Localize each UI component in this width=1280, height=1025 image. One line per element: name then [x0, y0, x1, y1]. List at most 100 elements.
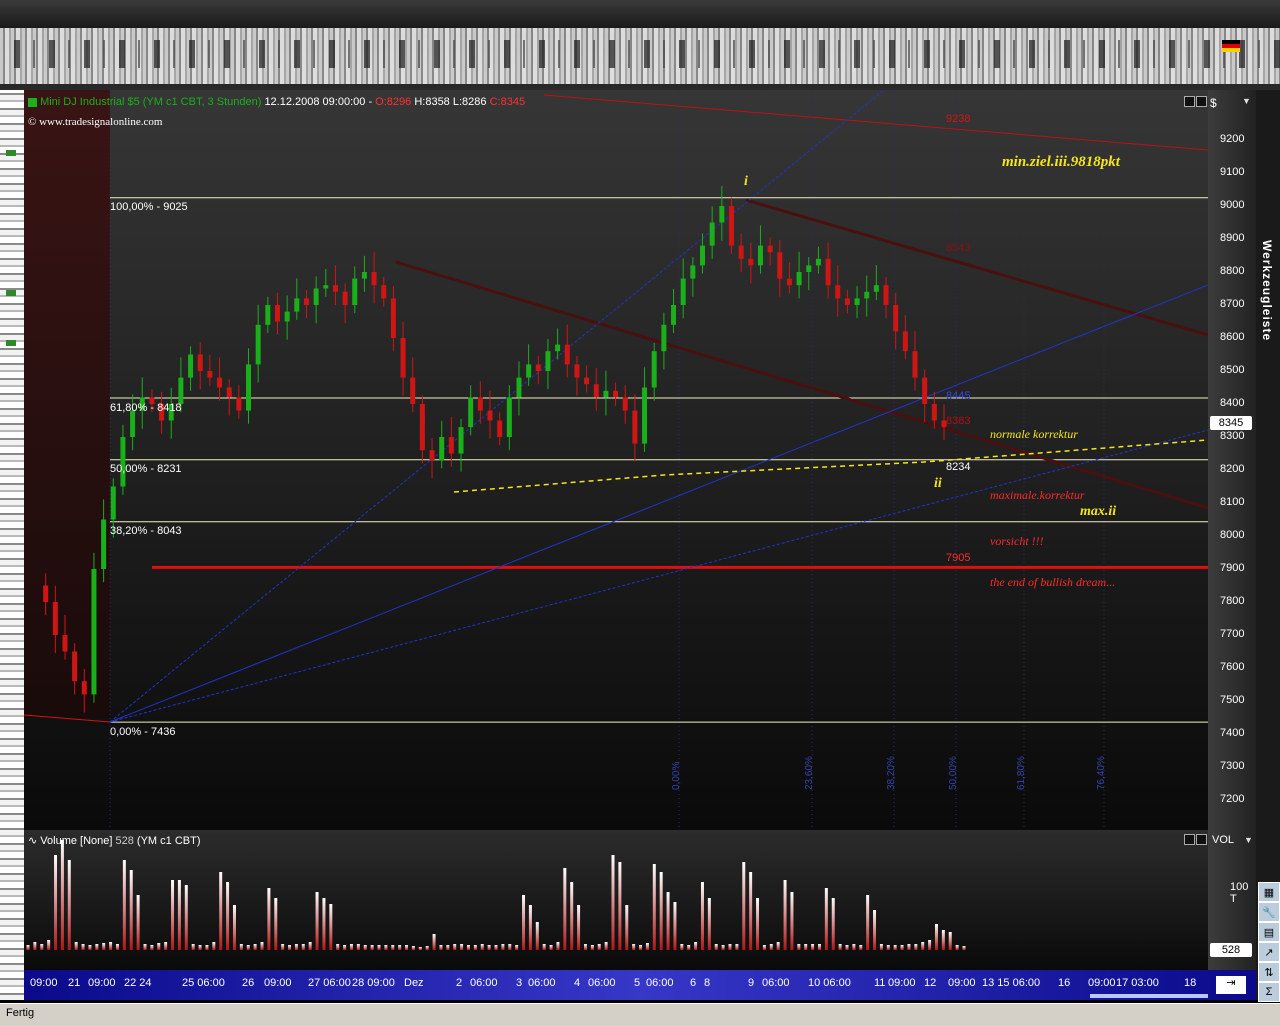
volume-panel[interactable]: ∿ Volume [None] 528 (YM c1 CBT) [24, 830, 1208, 970]
candle-body [893, 305, 899, 332]
price-tick: 7800 [1220, 595, 1245, 607]
price-tick: 8000 [1220, 529, 1245, 541]
volume-bar [817, 944, 821, 950]
volume-bar [377, 945, 381, 950]
volume-bar [219, 872, 223, 950]
volume-bar [349, 944, 353, 950]
annotation-max-ii: max.ii [1080, 504, 1117, 519]
volume-bar [893, 945, 897, 950]
grid-tool-icon[interactable]: ▦ [1258, 882, 1280, 902]
chart-tool-icon[interactable]: ↗ [1258, 942, 1280, 962]
volume-bar [694, 942, 698, 950]
volume-bar [742, 862, 746, 950]
volume-bar [60, 840, 64, 950]
volume-bar [494, 945, 498, 950]
german-flag-icon[interactable] [1222, 40, 1240, 52]
series-color-swatch [28, 97, 37, 107]
candle-body [130, 410, 136, 437]
price-tick: 8100 [1220, 496, 1245, 508]
time-tick: 10 06:00 [808, 977, 851, 989]
candle-body [922, 377, 928, 404]
close-panel-button[interactable] [1196, 96, 1207, 107]
arrows-tool-icon[interactable]: ⇅ [1258, 962, 1280, 982]
time-axis[interactable]: 09:00 21 09:00 22 24 25 06:00 26 09:00 27 06:00… [24, 970, 1256, 1000]
volume-header: ∿ Volume [None] 528 (YM c1 CBT) [28, 834, 200, 847]
price-chart-panel[interactable]: Mini DJ Industrial $5 (YM c1 CBT, 3 Stun… [24, 90, 1208, 830]
volume-bar [164, 942, 168, 950]
browser-toolbar-area [0, 0, 1280, 90]
time-tick: 12 [924, 977, 937, 989]
candle-body [188, 354, 194, 378]
volume-symbol: (YM c1 CBT) [136, 835, 201, 847]
candle-body [912, 351, 918, 378]
candle-body [429, 450, 435, 461]
candle-body [700, 245, 706, 266]
volume-bar [343, 945, 347, 950]
volume-bar [563, 868, 567, 950]
time-tick: 26 [242, 977, 255, 989]
time-tick: 16 [1058, 977, 1071, 989]
candle-body [400, 338, 406, 378]
candle-body [207, 371, 213, 378]
candle-body [931, 404, 937, 421]
candle-body [110, 486, 116, 520]
volume-bar [811, 944, 815, 950]
green-marker-icon [6, 290, 16, 296]
close-volume-panel-button[interactable] [1196, 834, 1207, 845]
time-fib-label: 76,40% [1096, 756, 1107, 790]
price-axis[interactable]: $ ▼ 9200 9100 9000 8900 8800 8700 8600 8500 8400… [1208, 90, 1256, 830]
volume-bar [226, 882, 230, 950]
werkzeugleiste-label[interactable]: Werkzeugleiste [1260, 240, 1274, 341]
candle-body [487, 410, 493, 421]
status-bar: Fertig [0, 1003, 1280, 1025]
time-tick: 6 [690, 977, 697, 989]
scroll-end-icon[interactable]: ⇥ [1216, 976, 1246, 994]
fib-label-61: 61,80% - 8418 [110, 402, 182, 414]
candle-body [72, 651, 78, 682]
volume-bar [356, 944, 360, 950]
time-scrollbar[interactable] [1090, 994, 1208, 998]
volume-bar [453, 944, 457, 950]
volume-bar [790, 892, 794, 950]
volume-bar [604, 942, 608, 950]
axis-dropdown-icon[interactable]: ▼ [1242, 96, 1251, 106]
volume-bar [577, 905, 581, 950]
high-value: H:8358 [414, 96, 450, 108]
candle-body [555, 344, 561, 352]
restore-volume-panel-button[interactable] [1184, 834, 1195, 845]
candle-body [796, 272, 802, 286]
open-value: O:8296 [375, 96, 412, 108]
volume-bar [473, 945, 477, 950]
volume-bar [411, 946, 415, 950]
wrench-icon[interactable]: 🔧 [1258, 902, 1280, 922]
volume-axis[interactable]: VOL ▼ 100 T 528 [1208, 830, 1256, 970]
candle-body [651, 351, 657, 388]
document-icon[interactable]: ▤ [1258, 922, 1280, 942]
price-tick: 7500 [1220, 694, 1245, 706]
volume-axis-dropdown-icon[interactable]: ▼ [1244, 835, 1253, 845]
annotation-caution: vorsicht !!! [990, 534, 1044, 548]
volume-bar [54, 855, 58, 950]
candle-body [255, 324, 261, 365]
volume-bar [515, 945, 519, 950]
candle-body [361, 272, 367, 279]
volume-bar [294, 944, 298, 950]
candle-body [497, 420, 503, 437]
time-tick: 8 [704, 977, 711, 989]
volume-bar [879, 944, 883, 950]
restore-panel-button[interactable] [1184, 96, 1195, 107]
volume-bar [102, 943, 106, 950]
volume-bar [33, 942, 37, 950]
time-tick: 4 [574, 977, 581, 989]
volume-bar [47, 940, 51, 950]
candle-body [902, 331, 908, 352]
time-fib-label: 0,00% [671, 761, 682, 790]
volume-bar [680, 944, 684, 950]
fib-tool-icon[interactable]: Σ [1258, 982, 1280, 1002]
volume-bar [659, 872, 663, 950]
candle-body [101, 519, 107, 569]
volume-bar [590, 945, 594, 950]
candle-body [584, 377, 590, 385]
volume-bar [542, 944, 546, 950]
level-label-9238: 9238 [946, 113, 971, 125]
